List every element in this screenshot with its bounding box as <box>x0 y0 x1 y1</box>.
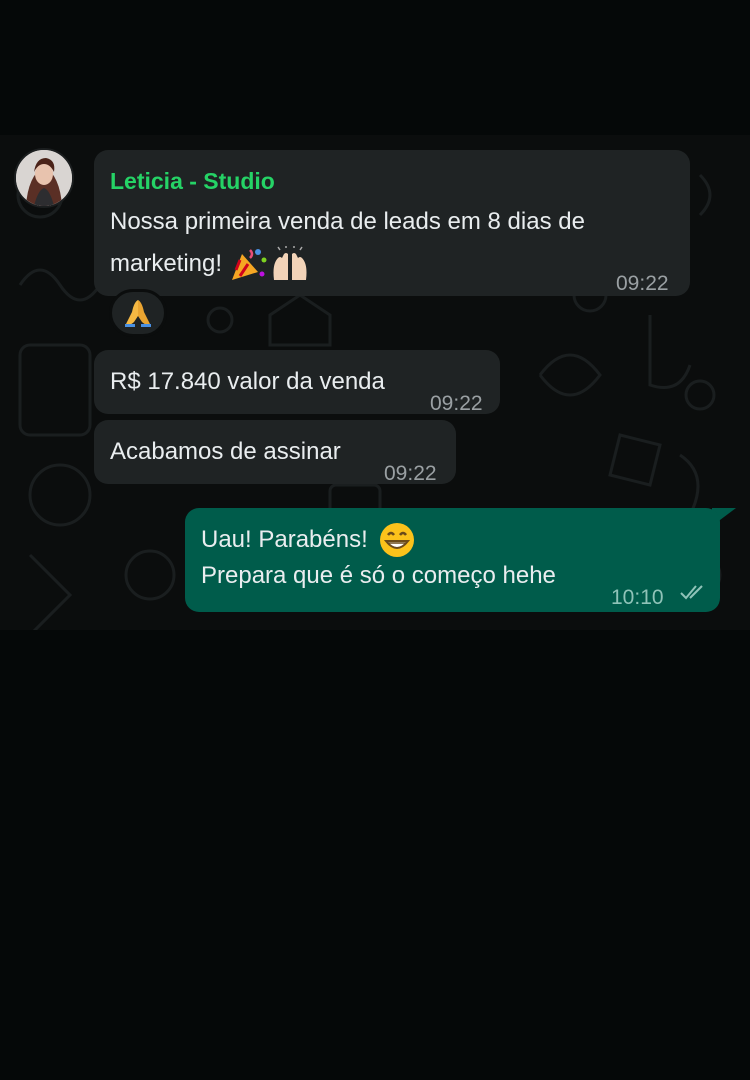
folded-hands-icon <box>125 300 151 327</box>
message-bubble-outgoing[interactable]: Uau! Parabéns! Prepara que é só o começo… <box>185 508 720 612</box>
message-text: Acabamos de assinar <box>110 438 341 465</box>
message-line: marketing! <box>110 250 223 277</box>
message-bubble-incoming[interactable]: R$ 17.840 valor da venda 09:22 <box>94 350 500 415</box>
grinning-face-icon <box>379 523 414 557</box>
message-text: R$ 17.840 valor da venda <box>110 368 385 395</box>
reaction-badge[interactable] <box>109 289 167 337</box>
party-popper-icon <box>232 249 267 280</box>
message-bubble-incoming[interactable]: Acabamos de assinar 09:22 <box>94 420 456 485</box>
message-line: Prepara que é só o começo hehe <box>201 562 556 589</box>
message-bubble-incoming[interactable]: Leticia - Studio Nossa primeira venda de… <box>94 150 690 296</box>
sender-name: Leticia - Studio <box>110 168 275 194</box>
message-time: 09:22 <box>384 462 437 485</box>
raised-hands-icon <box>273 246 307 280</box>
message-time: 09:22 <box>430 392 483 415</box>
message-line-row: Uau! Parabéns! <box>201 520 416 560</box>
contact-avatar[interactable] <box>14 148 74 208</box>
message-time: 10:10 <box>611 586 664 609</box>
message-time: 09:22 <box>616 272 669 295</box>
message-line: Nossa primeira venda de leads em 8 dias … <box>110 208 585 235</box>
avatar-photo <box>16 150 72 206</box>
message-line: Uau! Parabéns! <box>201 526 368 553</box>
message-line-row: marketing! <box>110 244 310 284</box>
read-receipt-icon <box>680 585 703 600</box>
